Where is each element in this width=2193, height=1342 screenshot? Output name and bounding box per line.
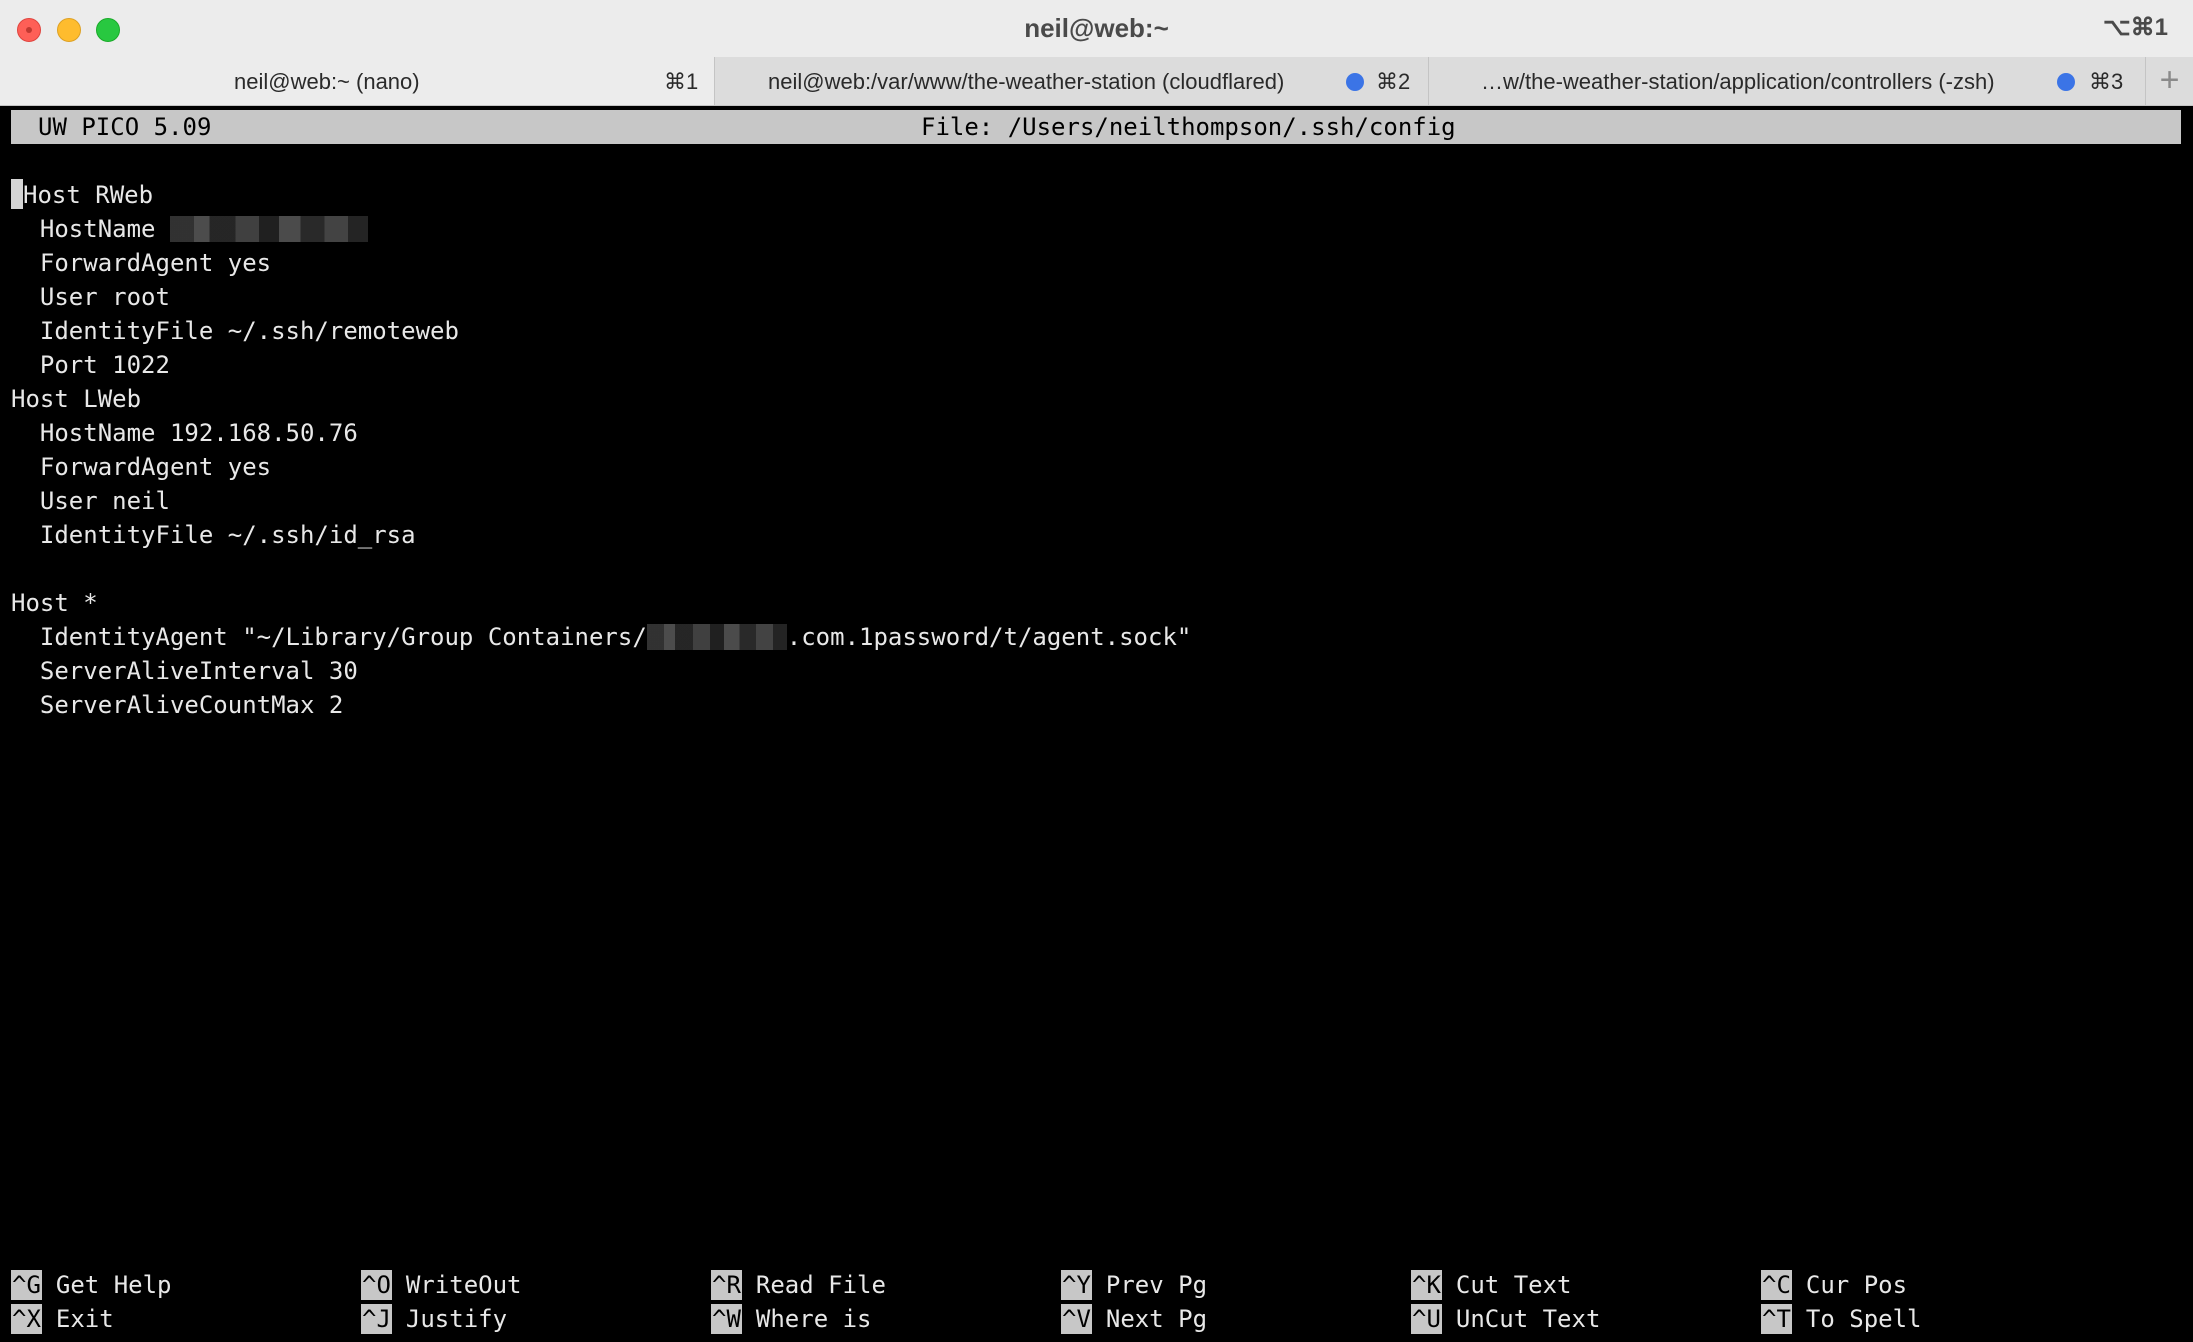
shortcut-read-file: ^R Read File <box>711 1268 886 1302</box>
buffer-line: User neil <box>11 484 1191 518</box>
shortcut-key: ^J <box>361 1304 392 1334</box>
shortcut-label: Where is <box>755 1305 872 1333</box>
shortcut-label: Next Pg <box>1105 1305 1208 1333</box>
line-text: Port 1022 <box>11 351 170 379</box>
shortcut-label: To Spell <box>1805 1305 1922 1333</box>
shortcut-label: Justify <box>405 1305 508 1333</box>
shortcut-key: ^Y <box>1061 1270 1092 1300</box>
shortcut-where-is: ^W Where is <box>711 1302 872 1336</box>
line-text: ServerAliveCountMax 2 <box>11 691 344 719</box>
line-text: Host LWeb <box>11 385 142 413</box>
buffer-line: ServerAliveCountMax 2 <box>11 688 1191 722</box>
buffer-line: Port 1022 <box>11 348 1191 382</box>
tab-shortcut: ⌘1 <box>664 69 699 94</box>
shortcut-key: ^U <box>1411 1304 1442 1334</box>
line-text: HostName 192.168.50.76 <box>11 419 358 447</box>
tab-label: neil@web:~ (nano) <box>234 69 420 94</box>
buffer-line: ServerAliveInterval 30 <box>11 654 1191 688</box>
window-title: neil@web:~ <box>1024 13 1169 43</box>
tab-cloudflared[interactable]: neil@web:/var/www/the-weather-station (c… <box>714 57 1428 105</box>
activity-dot-icon <box>1346 73 1364 91</box>
shortcut-key: ^V <box>1061 1304 1092 1334</box>
shortcut-justify: ^J Justify <box>361 1302 507 1336</box>
buffer-line: Host * <box>11 586 1191 620</box>
shortcut-next-pg: ^V Next Pg <box>1061 1302 1207 1336</box>
tab-shortcut: ⌘2 <box>1376 69 1411 94</box>
shortcut-writeout: ^O WriteOut <box>361 1268 522 1302</box>
title-bar: neil@web:~ ⌥⌘1 <box>0 0 2193 57</box>
line-text: ForwardAgent yes <box>11 249 272 277</box>
line-text: IdentityFile ~/.ssh/remoteweb <box>11 317 459 345</box>
line-text: Host * <box>11 589 98 617</box>
shortcut-to-spell: ^T To Spell <box>1761 1302 1922 1336</box>
buffer-line: User root <box>11 280 1191 314</box>
shortcut-cur-pos: ^C Cur Pos <box>1761 1268 1907 1302</box>
shortcut-label: Cut Text <box>1455 1271 1572 1299</box>
tab-label: neil@web:/var/www/the-weather-station (c… <box>768 69 1285 94</box>
shortcut-help: ^G Get Help ^O WriteOut ^R Read File ^Y Prev… <box>11 1268 2191 1336</box>
shortcut-key: ^G <box>11 1270 42 1300</box>
shortcut-uncut-text: ^U UnCut Text <box>1411 1302 1600 1336</box>
redacted-hostname <box>169 216 368 242</box>
tab-bar: neil@web:~ (nano) ⌘1 neil@web:/var/www/t… <box>0 57 2193 106</box>
shortcut-key: ^W <box>711 1304 742 1334</box>
shortcut-cut-text: ^K Cut Text <box>1411 1268 1572 1302</box>
tab-label: …w/the-weather-station/application/contr… <box>1481 69 1995 94</box>
buffer-line: IdentityFile ~/.ssh/id_rsa <box>11 518 1191 552</box>
buffer-line <box>11 552 1191 586</box>
shortcut-get-help: ^G Get Help <box>11 1268 172 1302</box>
shortcut-key: ^O <box>361 1270 392 1300</box>
buffer-line: HostName 192.168.50.76 <box>11 416 1191 450</box>
shortcut-label: Cur Pos <box>1805 1271 1908 1299</box>
new-tab-button[interactable]: + <box>2145 57 2193 105</box>
file-buffer[interactable]: Host RWeb HostName ForwardAgent yes User… <box>11 178 1191 722</box>
editor-file-path: File: /Users/neilthompson/.ssh/config <box>921 113 1456 141</box>
window-shortcut: ⌥⌘1 <box>2102 14 2168 41</box>
buffer-line: ForwardAgent yes <box>11 450 1191 484</box>
tab-zsh[interactable]: …w/the-weather-station/application/contr… <box>1428 57 2145 105</box>
shortcut-label: UnCut Text <box>1455 1305 1601 1333</box>
buffer-line: Host RWeb <box>11 178 1191 212</box>
buffer-line: HostName <box>11 212 1191 246</box>
editor-header: UW PICO 5.09 File: /Users/neilthompson/.… <box>11 110 2181 144</box>
shortcut-key: ^X <box>11 1304 42 1334</box>
line-text: User root <box>11 283 170 311</box>
shortcut-label: Read File <box>755 1271 886 1299</box>
buffer-line: ForwardAgent yes <box>11 246 1191 280</box>
line-text: Host RWeb <box>23 181 154 209</box>
shortcut-key: ^T <box>1761 1304 1792 1334</box>
shortcut-label: Exit <box>55 1305 114 1333</box>
line-text: .com.1password/t/agent.sock" <box>786 623 1192 651</box>
tab-shortcut: ⌘3 <box>2089 69 2124 94</box>
line-text: ServerAliveInterval 30 <box>11 657 358 685</box>
terminal-window: neil@web:~ ⌥⌘1 neil@web:~ (nano) ⌘1 neil… <box>0 0 2193 1342</box>
activity-dot-icon <box>2057 73 2075 91</box>
shortcut-exit: ^X Exit <box>11 1302 114 1336</box>
line-text: ForwardAgent yes <box>11 453 272 481</box>
shortcut-prev-pg: ^Y Prev Pg <box>1061 1268 1207 1302</box>
buffer-line: IdentityAgent "~/Library/Group Container… <box>11 620 1191 654</box>
shortcut-label: Get Help <box>55 1271 172 1299</box>
line-text: IdentityFile ~/.ssh/id_rsa <box>11 521 416 549</box>
shortcut-key: ^C <box>1761 1270 1792 1300</box>
redacted-team-id <box>646 624 787 650</box>
terminal-area[interactable]: UW PICO 5.09 File: /Users/neilthompson/.… <box>0 106 2193 1342</box>
line-text: HostName <box>11 215 170 243</box>
shortcut-key: ^K <box>1411 1270 1442 1300</box>
buffer-line: Host LWeb <box>11 382 1191 416</box>
tab-nano[interactable]: neil@web:~ (nano) ⌘1 <box>0 57 714 105</box>
shortcut-label: Prev Pg <box>1105 1271 1208 1299</box>
shortcut-key: ^R <box>711 1270 742 1300</box>
editor-name: UW PICO 5.09 <box>38 113 212 141</box>
shortcut-label: WriteOut <box>405 1271 522 1299</box>
line-text: IdentityAgent "~/Library/Group Container… <box>11 623 647 651</box>
buffer-line: IdentityFile ~/.ssh/remoteweb <box>11 314 1191 348</box>
line-text: User neil <box>11 487 170 515</box>
text-cursor <box>11 179 23 209</box>
